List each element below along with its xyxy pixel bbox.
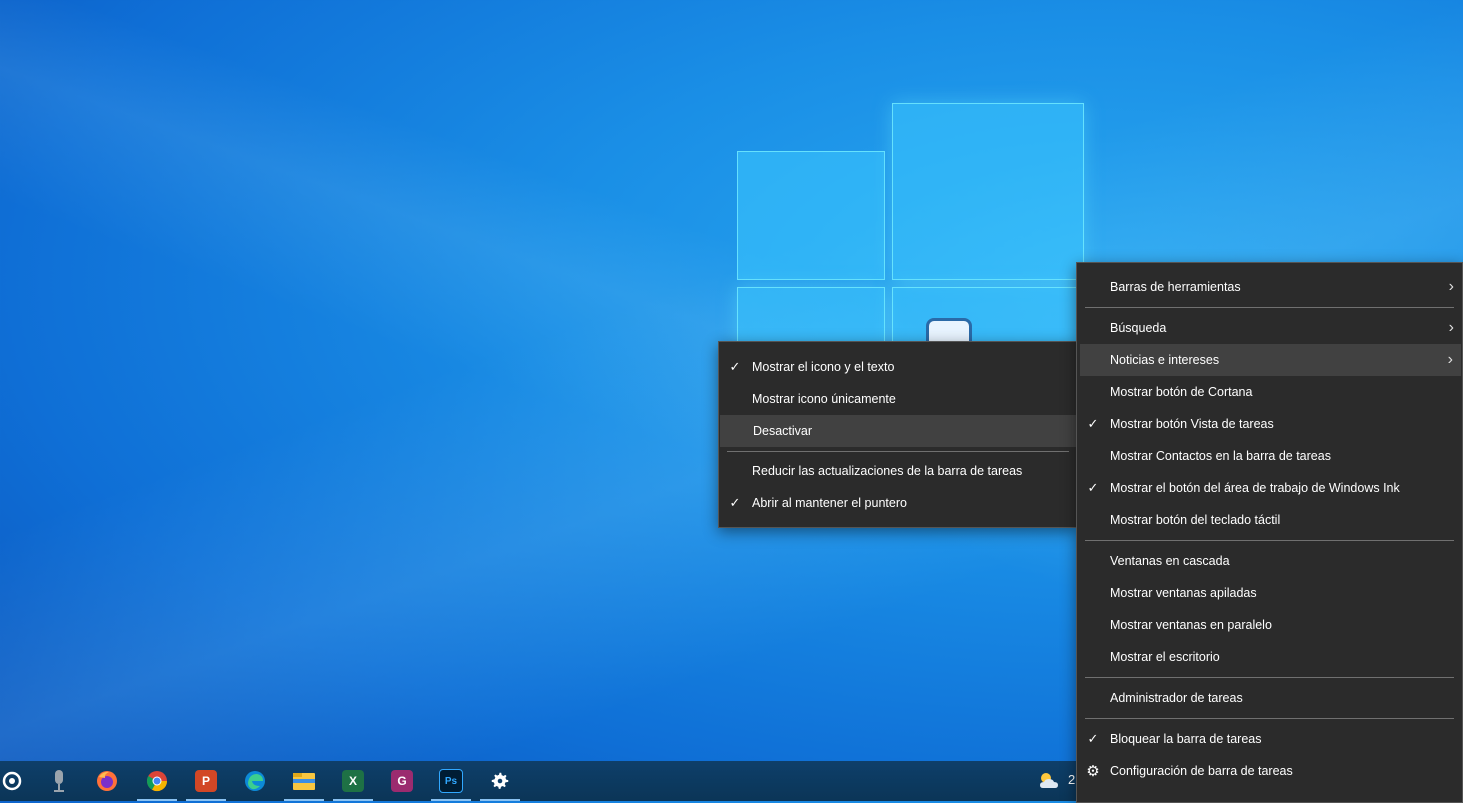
menu-item-label: Configuración de barra de tareas — [1110, 764, 1293, 778]
menu-item-label: Búsqueda — [1110, 321, 1167, 335]
menu-separator — [1085, 718, 1454, 719]
menu-item-label: Ventanas en cascada — [1110, 554, 1230, 568]
menu-item-show-task-view[interactable]: ✓ Mostrar botón Vista de tareas — [1077, 408, 1462, 440]
menu-item-label: Bloquear la barra de tareas — [1110, 732, 1262, 746]
excel-icon[interactable]: X — [333, 761, 373, 801]
weather-icon[interactable] — [1029, 761, 1069, 801]
menu-item-toolbars[interactable]: Barras de herramientas › — [1077, 271, 1462, 303]
menu-item-label: Mostrar el escritorio — [1110, 650, 1220, 664]
pdf-letter: G — [391, 770, 413, 792]
powerpoint-icon[interactable]: P — [186, 761, 226, 801]
menu-item-label: Mostrar el icono y el texto — [752, 360, 895, 374]
submenu-item-reduce-updates[interactable]: Reducir las actualizaciones de la barra … — [719, 455, 1077, 487]
menu-item-taskbar-settings[interactable]: ⚙ Configuración de barra de tareas — [1077, 755, 1462, 787]
menu-item-label: Mostrar botón Vista de tareas — [1110, 417, 1274, 431]
menu-item-label: Noticias e intereses — [1110, 353, 1220, 367]
logo-pane-top-left — [737, 151, 885, 280]
menu-item-label: Barras de herramientas — [1110, 280, 1241, 294]
logo-pane-top-right — [892, 103, 1084, 280]
menu-separator — [1085, 677, 1454, 678]
menu-item-label: Mostrar Contactos en la barra de tareas — [1110, 449, 1331, 463]
submenu-item-open-on-hover[interactable]: ✓ Abrir al mantener el puntero — [719, 487, 1077, 519]
menu-separator — [1085, 307, 1454, 308]
submenu-item-show-icon-only[interactable]: Mostrar icono únicamente — [719, 383, 1077, 415]
edge-icon[interactable] — [235, 761, 275, 801]
menu-item-show-cortana[interactable]: Mostrar botón de Cortana — [1077, 376, 1462, 408]
menu-item-news-interests[interactable]: Noticias e intereses › — [1080, 344, 1461, 376]
menu-item-label: Mostrar ventanas apiladas — [1110, 586, 1257, 600]
menu-item-label: Mostrar el botón del área de trabajo de … — [1110, 481, 1400, 495]
submenu-item-show-icon-and-text[interactable]: ✓ Mostrar el icono y el texto — [719, 351, 1077, 383]
cortana-icon[interactable] — [0, 761, 32, 801]
menu-item-show-desktop[interactable]: Mostrar el escritorio — [1077, 641, 1462, 673]
windows-logo-wallpaper — [737, 103, 1084, 349]
check-icon: ✓ — [1087, 731, 1099, 746]
taskbar-context-menu: Barras de herramientas › Búsqueda › Noti… — [1076, 262, 1463, 803]
check-icon: ✓ — [729, 359, 741, 374]
news-interests-text[interactable]: 2 — [1068, 772, 1075, 787]
submenu-item-disable[interactable]: Desactivar — [720, 415, 1076, 447]
menu-item-label: Desactivar — [753, 424, 813, 438]
chevron-right-icon: › — [1448, 278, 1454, 295]
settings-icon[interactable] — [480, 761, 520, 801]
menu-item-side-by-side[interactable]: Mostrar ventanas en paralelo — [1077, 609, 1462, 641]
excel-letter: X — [342, 770, 364, 792]
menu-item-touch-keyboard[interactable]: Mostrar botón del teclado táctil — [1077, 504, 1462, 536]
menu-item-label: Mostrar botón del teclado táctil — [1110, 513, 1281, 527]
powerpoint-letter: P — [195, 770, 217, 792]
microphone-icon[interactable] — [39, 761, 79, 801]
pdf-app-icon[interactable]: G — [382, 761, 422, 801]
chrome-icon[interactable] — [137, 761, 177, 801]
menu-item-search[interactable]: Búsqueda › — [1077, 312, 1462, 344]
chevron-right-icon: › — [1448, 319, 1454, 336]
firefox-icon[interactable] — [87, 761, 127, 801]
menu-item-show-contacts[interactable]: Mostrar Contactos en la barra de tareas — [1077, 440, 1462, 472]
check-icon: ✓ — [1087, 480, 1099, 495]
chevron-right-icon: › — [1447, 351, 1453, 368]
menu-item-stacked[interactable]: Mostrar ventanas apiladas — [1077, 577, 1462, 609]
check-icon: ✓ — [729, 495, 741, 510]
file-explorer-icon[interactable] — [284, 761, 324, 801]
menu-item-task-manager[interactable]: Administrador de tareas — [1077, 682, 1462, 714]
menu-item-label: Mostrar icono únicamente — [752, 392, 896, 406]
check-icon: ✓ — [1087, 416, 1099, 431]
menu-item-windows-ink[interactable]: ✓ Mostrar el botón del área de trabajo d… — [1077, 472, 1462, 504]
gear-icon: ⚙ — [1086, 763, 1100, 780]
photoshop-icon[interactable]: Ps — [431, 761, 471, 801]
news-interests-submenu: ✓ Mostrar el icono y el texto Mostrar ic… — [718, 341, 1078, 528]
menu-item-label: Abrir al mantener el puntero — [752, 496, 907, 510]
logo-pane-bottom-right — [892, 287, 1084, 349]
menu-item-label: Reducir las actualizaciones de la barra … — [752, 464, 1023, 478]
photoshop-letters: Ps — [439, 769, 463, 793]
logo-pane-bottom-left — [737, 287, 885, 349]
menu-separator — [727, 451, 1069, 452]
menu-item-cascade[interactable]: Ventanas en cascada — [1077, 545, 1462, 577]
menu-item-label: Mostrar botón de Cortana — [1110, 385, 1253, 399]
menu-item-label: Administrador de tareas — [1110, 691, 1243, 705]
menu-separator — [1085, 540, 1454, 541]
menu-item-label: Mostrar ventanas en paralelo — [1110, 618, 1272, 632]
menu-item-lock-taskbar[interactable]: ✓ Bloquear la barra de tareas — [1077, 723, 1462, 755]
